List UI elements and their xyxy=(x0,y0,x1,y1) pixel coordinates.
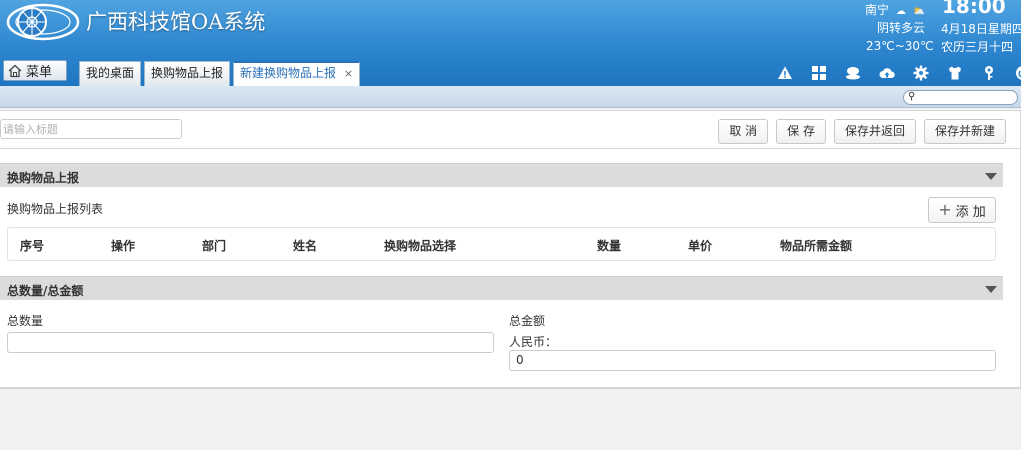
save-and-new-button[interactable]: 保存并新建 xyxy=(923,119,1006,144)
column-header: 换购物品选择 xyxy=(384,239,457,253)
weather-widget: 南宁 ☁ ⛅ 阴转多云 23℃~30℃ 18:00 4月18日星期四 农历三月十… xyxy=(0,0,1021,60)
triangle-alert-icon[interactable] xyxy=(768,63,802,83)
form-actions: 取 消 保 存 保存并返回 保存并新建 xyxy=(718,119,1006,144)
menu-label: 菜单 xyxy=(26,65,53,80)
total-amount-input[interactable]: 0 xyxy=(509,350,996,371)
grid-apps-icon[interactable] xyxy=(802,63,836,83)
cloud-upload-icon[interactable] xyxy=(870,63,904,83)
divider xyxy=(0,148,1021,149)
menu-button[interactable]: 菜单 xyxy=(3,60,67,81)
currency-label: 人民币： xyxy=(509,335,558,349)
header-toolbar xyxy=(768,63,1021,83)
tab-label: 换购物品上报 xyxy=(151,66,224,80)
section-totals: 总数量/总金额 xyxy=(0,276,1003,300)
add-button[interactable]: + 添 加 xyxy=(928,197,996,223)
column-header: 部门 xyxy=(202,239,227,253)
user-chat-icon[interactable] xyxy=(836,63,870,83)
total-amount-label: 总金额 xyxy=(509,314,546,328)
cancel-button[interactable]: 取 消 xyxy=(718,119,769,144)
tab-new-exchange-report[interactable]: 新建换购物品上报 × xyxy=(233,61,361,86)
clock-date: 4月18日星期四 xyxy=(941,22,1021,36)
gear-icon[interactable] xyxy=(904,63,938,83)
section-exchange-report: 换购物品上报 xyxy=(0,163,1003,187)
collapse-arrow-icon[interactable] xyxy=(985,173,997,180)
form-content: 取 消 保 存 保存并返回 保存并新建 换购物品上报 换购物品上报列表 + 添 … xyxy=(0,110,1021,388)
clock-time: 18:00 xyxy=(942,0,1006,18)
weather-temperature: 23℃~30℃ xyxy=(866,39,934,53)
section-title: 换购物品上报 xyxy=(7,171,80,185)
key-icon[interactable] xyxy=(972,63,1006,83)
total-quantity-label: 总数量 xyxy=(7,314,44,328)
top-header: 广西科技馆OA系统 南宁 ☁ ⛅ 阴转多云 23℃~30℃ 18:00 4月18… xyxy=(0,0,1021,86)
section-header[interactable]: 换购物品上报 xyxy=(0,163,1003,187)
content-bottom-border xyxy=(0,388,1021,389)
column-header: 数量 xyxy=(597,239,622,253)
weather-city: 南宁 xyxy=(865,3,890,17)
home-icon xyxy=(8,64,22,77)
global-search-input[interactable]: ⚲ xyxy=(903,90,1018,105)
lunar-date: 农历三月十四 xyxy=(941,40,1014,54)
column-header: 序号 xyxy=(20,239,45,253)
weather-description: 阴转多云 xyxy=(877,21,926,35)
tab-my-desktop[interactable]: 我的桌面 xyxy=(79,61,142,86)
search-icon: ⚲ xyxy=(908,91,916,102)
tab-bar: 我的桌面 换购物品上报 新建换购物品上报 × xyxy=(79,61,361,86)
tab-label: 新建换购物品上报 xyxy=(240,66,337,80)
add-label: 添 加 xyxy=(955,204,986,220)
search-strip: ⚲ xyxy=(0,86,1021,108)
section-header[interactable]: 总数量/总金额 xyxy=(0,276,1003,300)
column-header: 单价 xyxy=(688,239,713,253)
column-header: 操作 xyxy=(111,239,136,253)
collapse-arrow-icon[interactable] xyxy=(985,286,997,293)
title-input[interactable] xyxy=(0,119,182,139)
shirt-skin-icon[interactable] xyxy=(938,63,972,83)
save-and-return-button[interactable]: 保存并返回 xyxy=(833,119,916,144)
power-icon[interactable] xyxy=(1006,63,1021,83)
plus-icon: + xyxy=(938,200,952,219)
list-label: 换购物品上报列表 xyxy=(7,202,104,216)
tab-label: 我的桌面 xyxy=(86,66,135,80)
total-quantity-input[interactable] xyxy=(7,332,494,353)
section-title: 总数量/总金额 xyxy=(7,284,84,298)
tab-close-icon[interactable]: × xyxy=(344,67,353,80)
column-header: 物品所需金额 xyxy=(780,239,853,253)
list-table-header: 序号 操作 部门 姓名 换购物品选择 数量 单价 物品所需金额 xyxy=(7,227,996,261)
tab-exchange-report[interactable]: 换购物品上报 xyxy=(144,61,231,86)
save-button[interactable]: 保 存 xyxy=(776,119,826,144)
column-header: 姓名 xyxy=(293,239,318,253)
